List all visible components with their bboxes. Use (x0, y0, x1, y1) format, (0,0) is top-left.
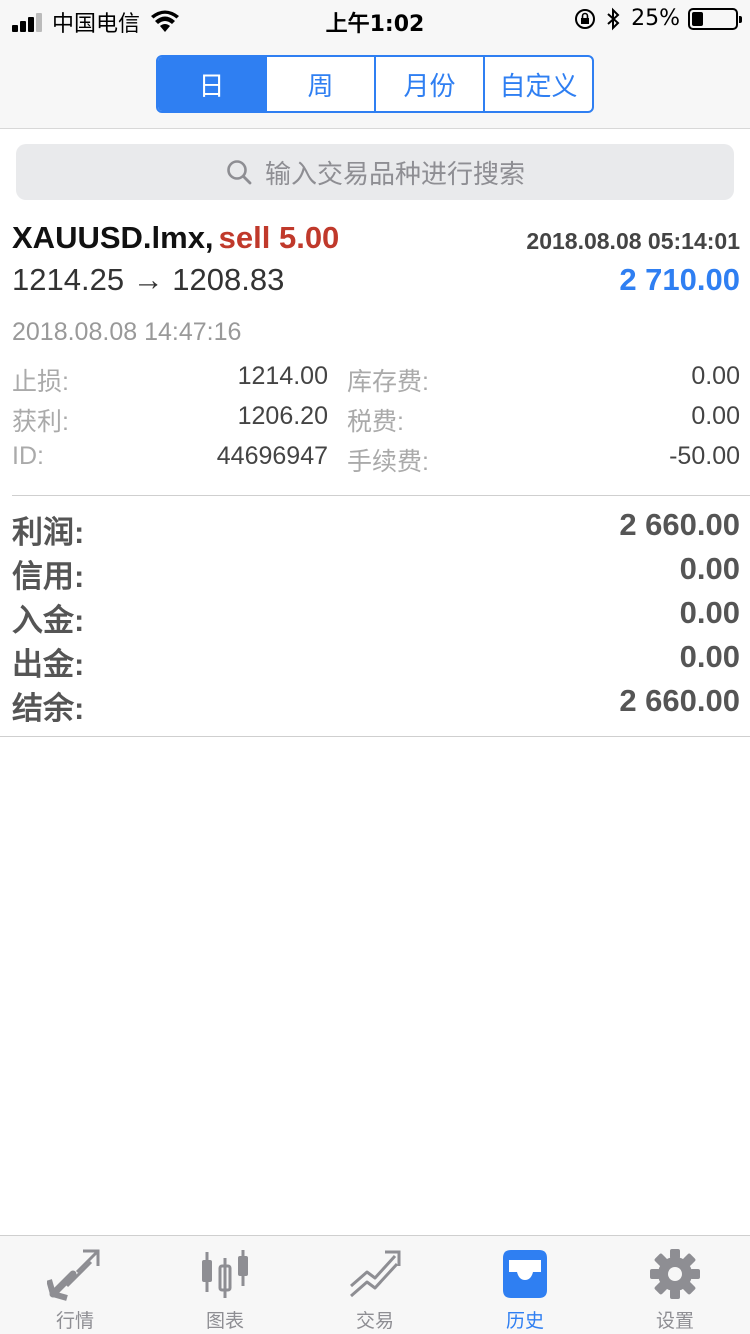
summary-label: 结余: (12, 691, 85, 726)
account-summary: 利润: 2 660.00 信用: 0.00 入金: 0.00 出金: 0.00 … (12, 507, 740, 727)
take-profit-label: 获利: (12, 408, 69, 436)
search-icon (227, 160, 252, 185)
tax-label: 税费: (347, 408, 404, 436)
tab-bar: 行情 图表 交易 历史 设置 (0, 1235, 750, 1334)
summary-value: 2 660.00 (619, 683, 740, 718)
detail-row: 止损: 1214.00 库存费: 0.00 (12, 362, 740, 402)
summary-label: 信用: (12, 559, 85, 594)
stop-loss-label: 止损: (12, 368, 69, 396)
trade-profit: 2 710.00 (619, 262, 740, 297)
summary-label: 出金: (12, 647, 85, 682)
swap-label: 库存费: (347, 368, 429, 396)
candlestick-chart-icon (202, 1250, 248, 1298)
tab-history[interactable]: 历史 (450, 1236, 600, 1334)
tab-label: 设置 (655, 1310, 694, 1332)
tab-label: 交易 (355, 1310, 394, 1332)
tax-value: 0.00 (691, 402, 740, 430)
summary-row-credit: 信用: 0.00 (12, 551, 740, 595)
summary-value: 0.00 (679, 595, 740, 630)
battery-icon (688, 7, 742, 30)
period-tab-week[interactable]: 周 (267, 57, 376, 111)
trade-price-row: 1214.25 → 1208.83 2 710.00 (12, 262, 740, 302)
commission-value: -50.00 (669, 442, 740, 470)
tab-label: 图表 (205, 1310, 244, 1332)
period-tab-month[interactable]: 月份 (376, 57, 485, 111)
summary-value: 0.00 (679, 639, 740, 674)
summary-label: 入金: (12, 603, 85, 638)
tab-label: 行情 (55, 1310, 94, 1332)
period-segmented-control: 日 周 月份 自定义 (156, 55, 594, 113)
trade-open-time: 2018.08.08 05:14:01 (526, 228, 740, 254)
summary-row-profit: 利润: 2 660.00 (12, 507, 740, 551)
trade-header-row: XAUUSD.lmx, sell 5.00 2018.08.08 05:14:0… (12, 220, 740, 260)
status-bar: 中国电信 上午1:02 25% (0, 0, 750, 40)
battery-percent: 25% (631, 6, 680, 31)
search-placeholder: 输入交易品种进行搜索 (264, 159, 525, 190)
tab-settings[interactable]: 设置 (600, 1236, 750, 1334)
summary-row-deposit: 入金: 0.00 (12, 595, 740, 639)
stop-loss-value: 1214.00 (237, 362, 328, 390)
period-tab-day[interactable]: 日 (158, 57, 267, 111)
battery-fill (692, 11, 703, 26)
period-tab-custom[interactable]: 自定义 (485, 57, 592, 111)
rotation-lock-icon (575, 8, 596, 29)
tab-chart[interactable]: 图表 (150, 1236, 300, 1334)
summary-label: 利润: (12, 515, 85, 550)
tab-quotes[interactable]: 行情 (0, 1236, 150, 1334)
id-value: 44696947 (216, 442, 328, 470)
history-inbox-icon (503, 1250, 547, 1298)
quotes-arrows-icon (47, 1249, 100, 1301)
status-right: 25% (573, 6, 742, 31)
trade-prices: 1214.25 → 1208.83 (12, 262, 285, 297)
summary-value: 0.00 (679, 551, 740, 586)
tab-label: 历史 (505, 1310, 544, 1332)
search-input[interactable]: 输入交易品种进行搜索 (16, 144, 734, 200)
divider (0, 736, 750, 737)
commission-label: 手续费: (347, 448, 429, 476)
summary-value: 2 660.00 (619, 507, 740, 542)
summary-row-withdrawal: 出金: 0.00 (12, 639, 740, 683)
trade-trend-icon (350, 1250, 401, 1298)
summary-row-balance: 结余: 2 660.00 (12, 683, 740, 727)
trade-symbol: XAUUSD.lmx, (12, 220, 214, 255)
take-profit-value: 1206.20 (237, 402, 328, 430)
tab-trade[interactable]: 交易 (300, 1236, 450, 1334)
bluetooth-icon (607, 7, 620, 30)
trade-close-time: 2018.08.08 14:47:16 (12, 318, 242, 346)
divider (12, 495, 750, 496)
trade-side: sell 5.00 (218, 220, 340, 255)
id-label: ID: (12, 442, 44, 470)
detail-row: ID: 44696947 手续费: -50.00 (12, 442, 740, 482)
gear-icon (650, 1249, 700, 1299)
swap-value: 0.00 (691, 362, 740, 390)
detail-row: 获利: 1206.20 税费: 0.00 (12, 402, 740, 442)
header: 中国电信 上午1:02 25% 日 周 月份 自定义 (0, 0, 750, 129)
trade-details: 止损: 1214.00 库存费: 0.00 获利: 1206.20 税费: 0.… (12, 362, 740, 482)
